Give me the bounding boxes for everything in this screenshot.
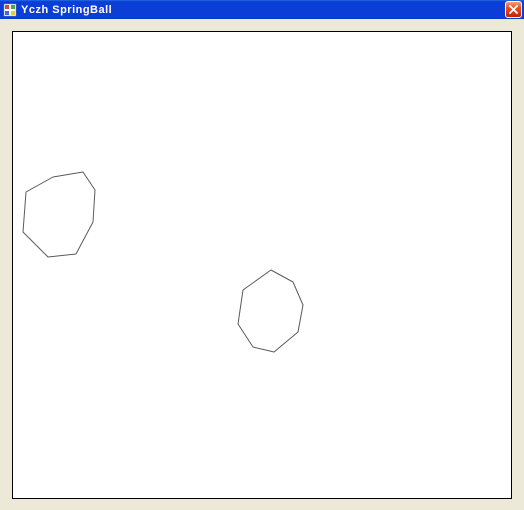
close-icon [509, 5, 518, 14]
client-area [0, 19, 524, 510]
window-title: Yczh SpringBall [21, 4, 112, 16]
close-button[interactable] [505, 1, 522, 18]
app-icon [3, 3, 17, 17]
titlebar[interactable]: Yczh SpringBall [0, 0, 524, 19]
drawing-canvas[interactable] [13, 32, 511, 498]
canvas-frame [12, 31, 512, 499]
spring-ball[interactable] [23, 172, 95, 257]
spring-ball[interactable] [238, 270, 303, 352]
window: Yczh SpringBall [0, 0, 524, 510]
